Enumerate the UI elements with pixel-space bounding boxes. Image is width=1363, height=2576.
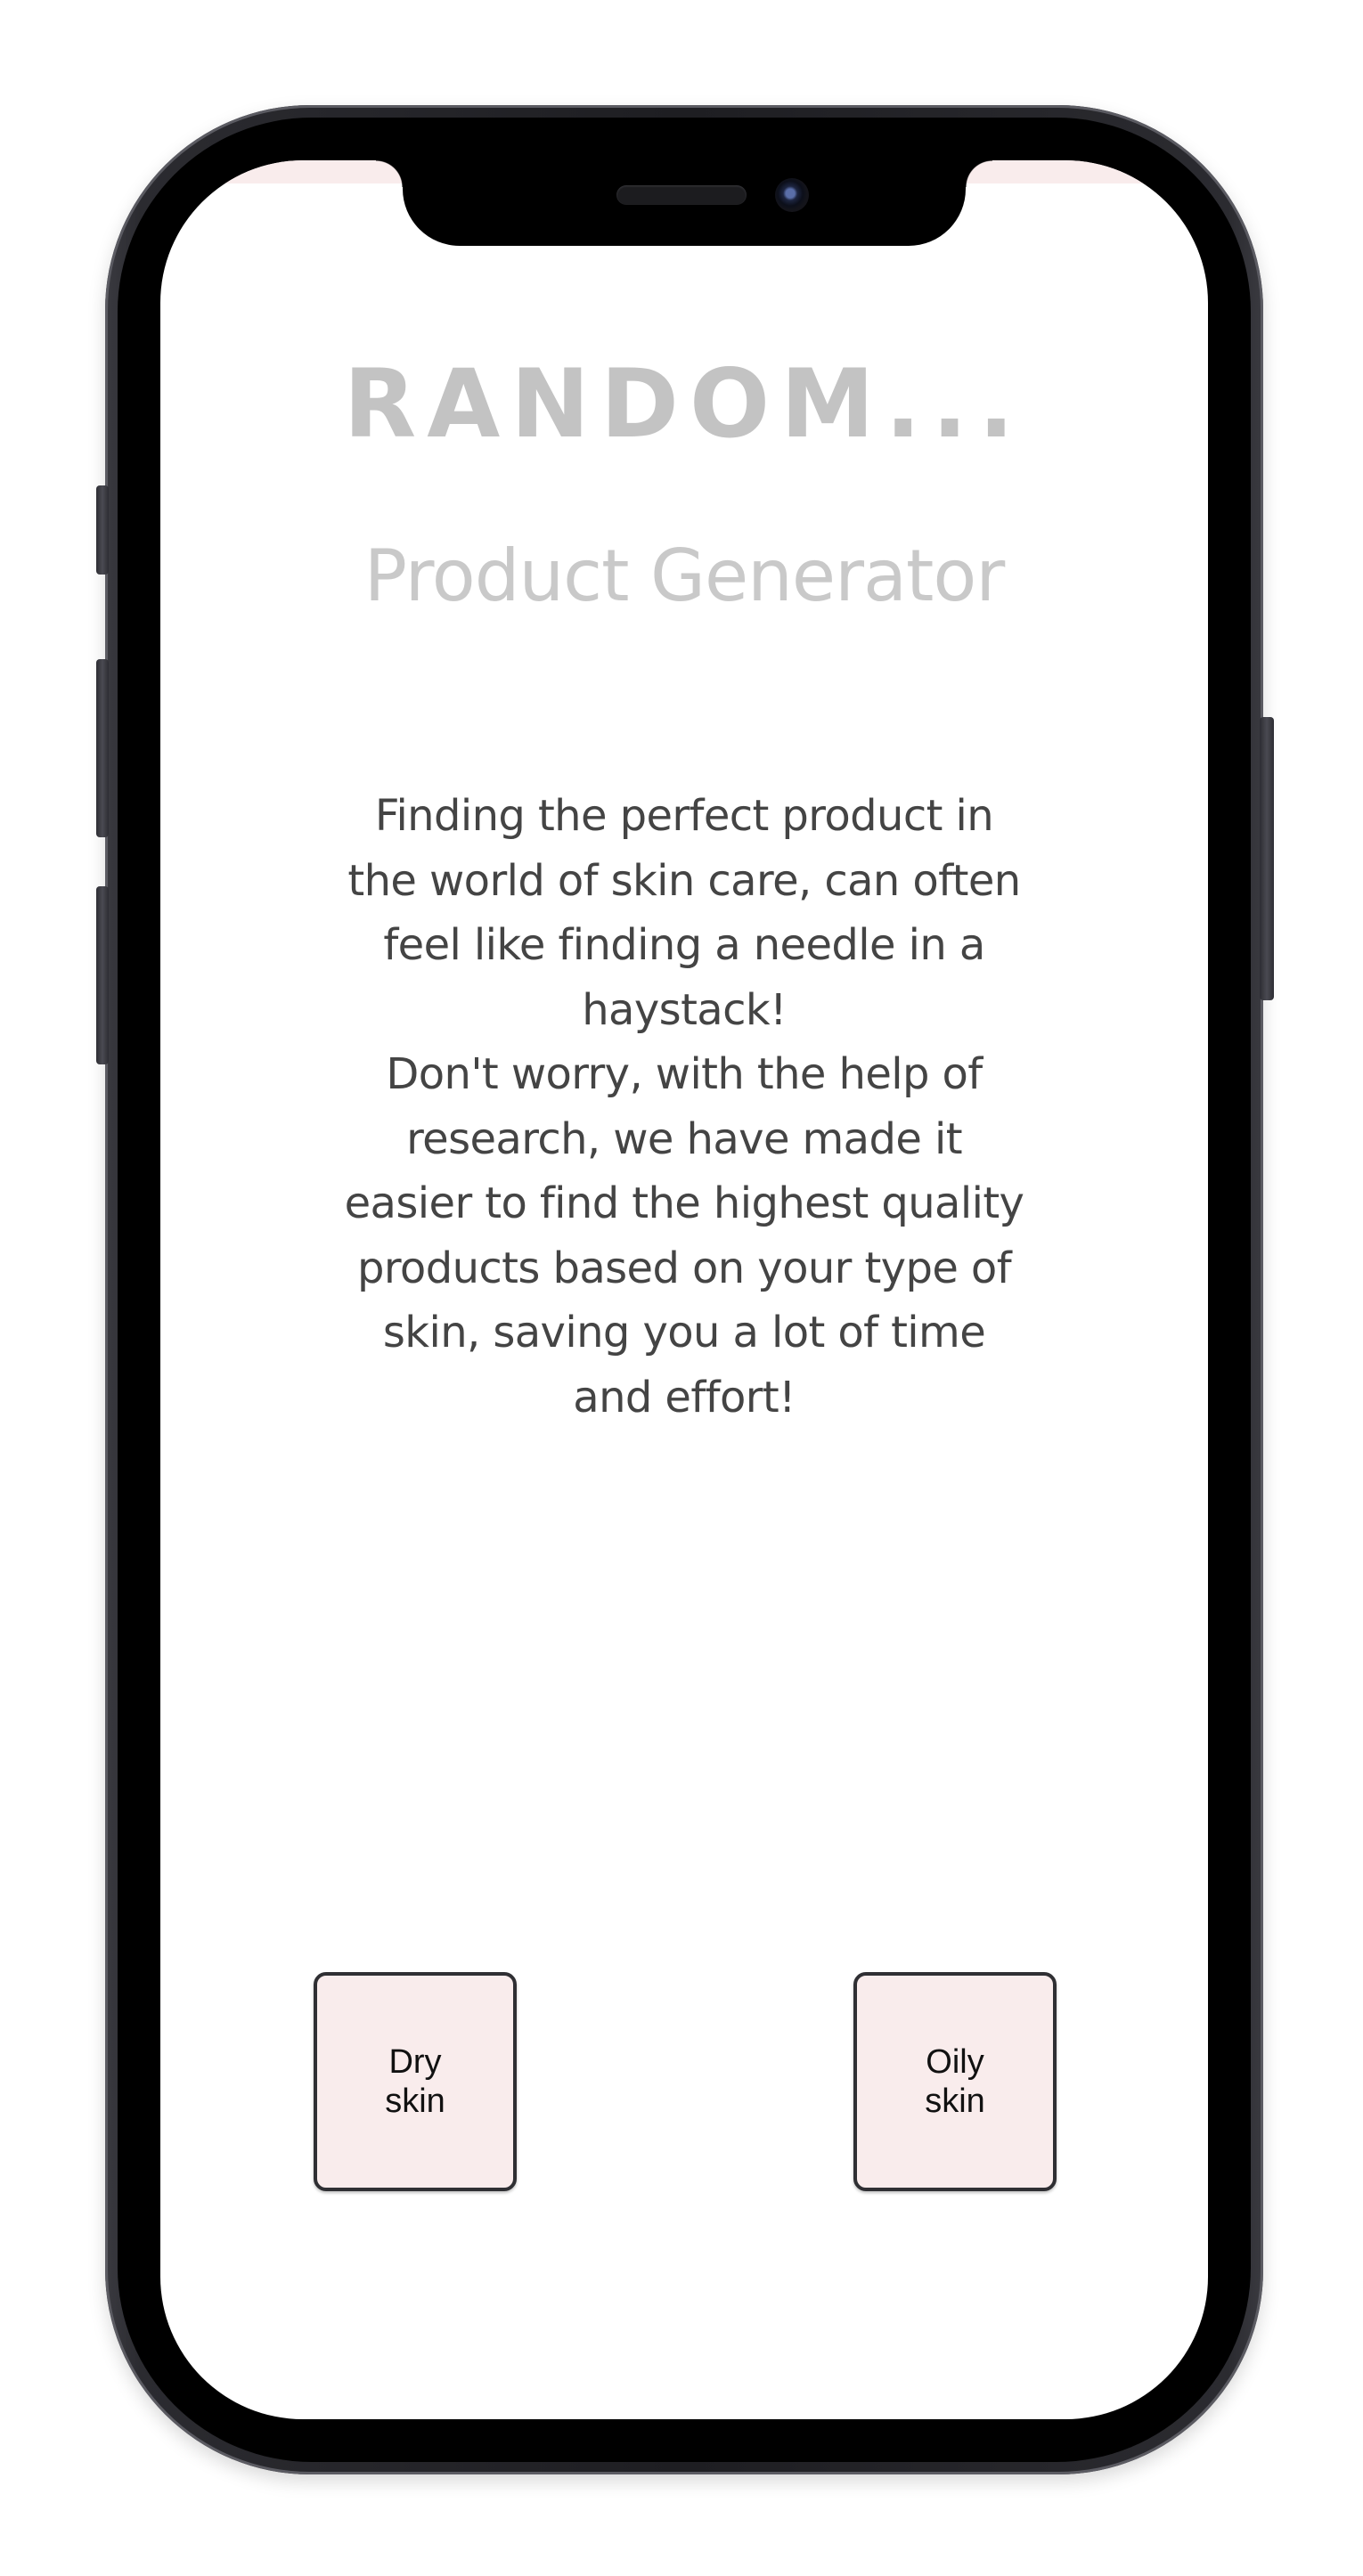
intro-line: research, we have made it bbox=[406, 1113, 962, 1164]
dry-skin-button[interactable]: Dry skin bbox=[314, 1972, 517, 2191]
page-title: RANDOM... bbox=[343, 349, 1025, 459]
intro-line: easier to find the highest quality bbox=[344, 1178, 1024, 1228]
volume-up-button bbox=[96, 659, 109, 837]
volume-down-button bbox=[96, 886, 109, 1064]
speaker-grille bbox=[616, 185, 747, 205]
intro-line: products based on your type of bbox=[356, 1243, 1012, 1293]
phone-notch bbox=[376, 160, 992, 246]
intro-line: the world of skin care, can often bbox=[347, 855, 1021, 906]
intro-line: Finding the perfect product in bbox=[374, 791, 994, 841]
intro-line: feel like finding a needle in a bbox=[383, 920, 985, 970]
oily-skin-button[interactable]: Oily skin bbox=[853, 1972, 1057, 2191]
power-button bbox=[1260, 717, 1274, 1000]
intro-line: haystack! bbox=[582, 984, 787, 1035]
oily-skin-button-label: Oily skin bbox=[925, 2043, 985, 2120]
intro-line: skin, saving you a lot of time bbox=[382, 1308, 986, 1357]
intro-line: Don't worry, with the help of bbox=[386, 1049, 983, 1099]
mute-switch bbox=[96, 485, 109, 575]
page-subtitle: Product Generator bbox=[363, 534, 1005, 617]
phone-screen: RANDOM... Product Generator Finding the … bbox=[160, 160, 1208, 2419]
intro-line: and effort! bbox=[573, 1372, 796, 1423]
front-camera-icon bbox=[775, 178, 809, 212]
intro-text: Finding the perfect product in the world… bbox=[303, 784, 1065, 1430]
dry-skin-button-label: Dry skin bbox=[385, 2043, 445, 2120]
